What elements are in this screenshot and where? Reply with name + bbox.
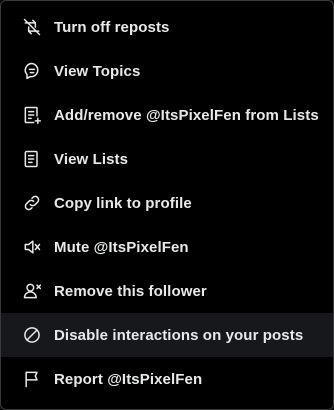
menu-item-label: Report @ItsPixelFen xyxy=(54,370,203,388)
menu-item-view-lists[interactable]: View Lists xyxy=(1,137,333,181)
menu-item-label: Copy link to profile xyxy=(54,194,192,212)
menu-item-remove-follower[interactable]: Remove this follower xyxy=(1,269,333,313)
list-icon xyxy=(21,148,43,170)
menu-item-mute[interactable]: Mute @ItsPixelFen xyxy=(1,225,333,269)
more-options-menu: Turn off reposts View Topics Add/remove … xyxy=(0,0,334,410)
topics-icon xyxy=(21,60,43,82)
menu-item-disable-interactions[interactable]: Disable interactions on your posts xyxy=(1,313,333,357)
menu-item-label: Mute @ItsPixelFen xyxy=(54,238,189,256)
block-icon xyxy=(21,324,43,346)
menu-item-label: Remove this follower xyxy=(54,282,207,300)
menu-item-label: Add/remove @ItsPixelFen from Lists xyxy=(54,106,319,124)
menu-item-label: View Lists xyxy=(54,150,129,168)
menu-item-view-topics[interactable]: View Topics xyxy=(1,49,333,93)
menu-item-label: View Topics xyxy=(54,62,141,80)
repost-off-icon xyxy=(21,16,43,38)
menu-item-label: Disable interactions on your posts xyxy=(54,326,304,344)
list-add-icon xyxy=(21,104,43,126)
remove-follower-icon xyxy=(21,280,43,302)
flag-icon xyxy=(21,368,43,390)
menu-item-label: Turn off reposts xyxy=(54,18,170,36)
link-icon xyxy=(21,192,43,214)
menu-item-copy-link[interactable]: Copy link to profile xyxy=(1,181,333,225)
mute-icon xyxy=(21,236,43,258)
menu-item-report[interactable]: Report @ItsPixelFen xyxy=(1,357,333,401)
menu-item-turn-off-reposts[interactable]: Turn off reposts xyxy=(1,5,333,49)
menu-item-add-remove-lists[interactable]: Add/remove @ItsPixelFen from Lists xyxy=(1,93,333,137)
